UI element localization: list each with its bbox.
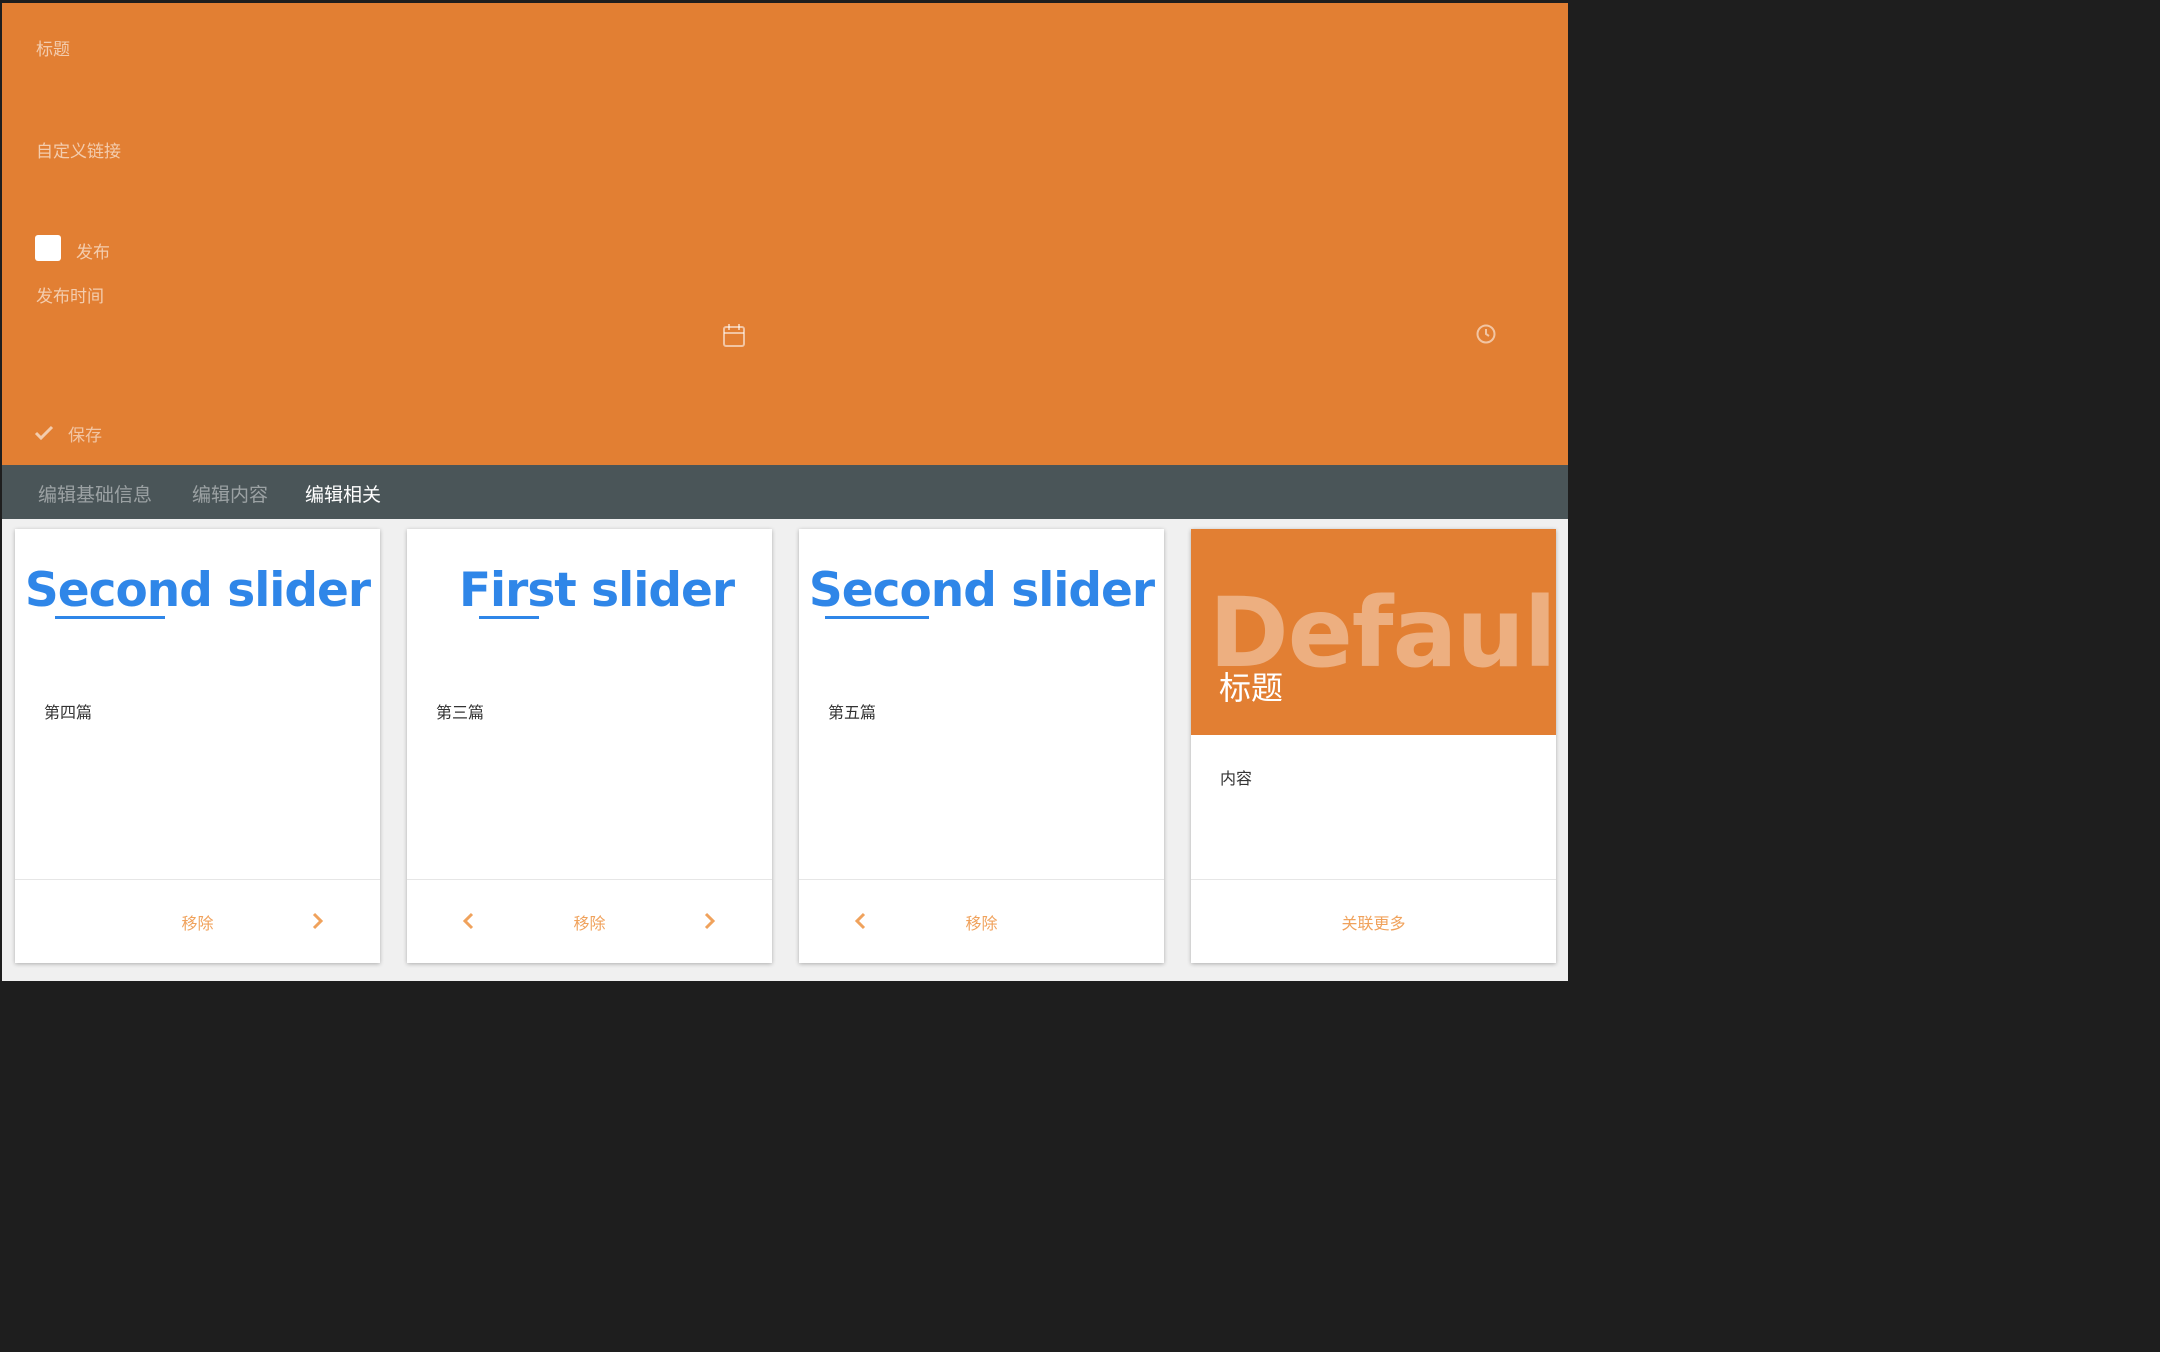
slider-overlay-line: [825, 616, 929, 619]
card-title: 第三篇: [436, 703, 485, 722]
card-actions: 移除: [407, 879, 772, 963]
slider-overlay-line: [479, 616, 539, 619]
card-title: 第五篇: [828, 703, 877, 722]
slider-thumbnail: Second slider: [15, 563, 380, 635]
add-related-card: Default 标题 内容 关联更多: [1191, 529, 1556, 963]
related-card: Second slider 第四篇 移除: [15, 529, 380, 963]
save-label: 保存: [68, 425, 102, 446]
default-card-content: 内容: [1220, 769, 1253, 788]
publish-time-label: 发布时间: [36, 287, 104, 307]
slider-thumbnail: Second slider: [799, 563, 1164, 635]
chevron-right-icon[interactable]: [308, 910, 328, 932]
chevron-right-icon[interactable]: [700, 910, 720, 932]
related-card: Second slider 第五篇 移除: [799, 529, 1164, 963]
edit-form-panel: 标题 自定义链接 发布 发布时间 保存: [2, 3, 1568, 465]
edit-tab-bar: 编辑基础信息 编辑内容 编辑相关: [2, 465, 1568, 519]
tab-content[interactable]: 编辑内容: [192, 480, 268, 507]
card-title: 第四篇: [44, 703, 93, 722]
slider-overlay-line: [55, 616, 165, 619]
slider-image-text: First slider: [458, 563, 735, 618]
title-field[interactable]: 标题: [36, 35, 70, 60]
calendar-icon[interactable]: [722, 322, 746, 348]
default-image: Default 标题: [1191, 529, 1556, 735]
related-card: First slider 第三篇 移除: [407, 529, 772, 963]
related-content-area: Second slider 第四篇 移除 First slider 第三篇 移除: [2, 519, 1568, 981]
slider-image-text: Second slider: [24, 563, 371, 618]
slider-image-text: Second slider: [808, 563, 1155, 618]
custom-link-field[interactable]: 自定义链接: [36, 137, 121, 162]
tab-related[interactable]: 编辑相关: [305, 480, 381, 507]
clock-icon[interactable]: [1475, 323, 1497, 345]
link-more-button[interactable]: 关联更多: [1191, 910, 1556, 934]
card-actions: 移除: [799, 879, 1164, 963]
save-button[interactable]: 保存: [34, 419, 102, 447]
tab-basic-info[interactable]: 编辑基础信息: [38, 480, 152, 507]
remove-button[interactable]: 移除: [799, 910, 1164, 934]
check-icon: [34, 425, 54, 441]
card-actions: 移除: [15, 879, 380, 963]
default-card-title: 标题: [1219, 669, 1284, 707]
slider-thumbnail: First slider: [407, 563, 772, 635]
publish-label: 发布: [76, 243, 110, 263]
card-actions: 关联更多: [1191, 879, 1556, 963]
publish-checkbox[interactable]: [35, 235, 61, 261]
